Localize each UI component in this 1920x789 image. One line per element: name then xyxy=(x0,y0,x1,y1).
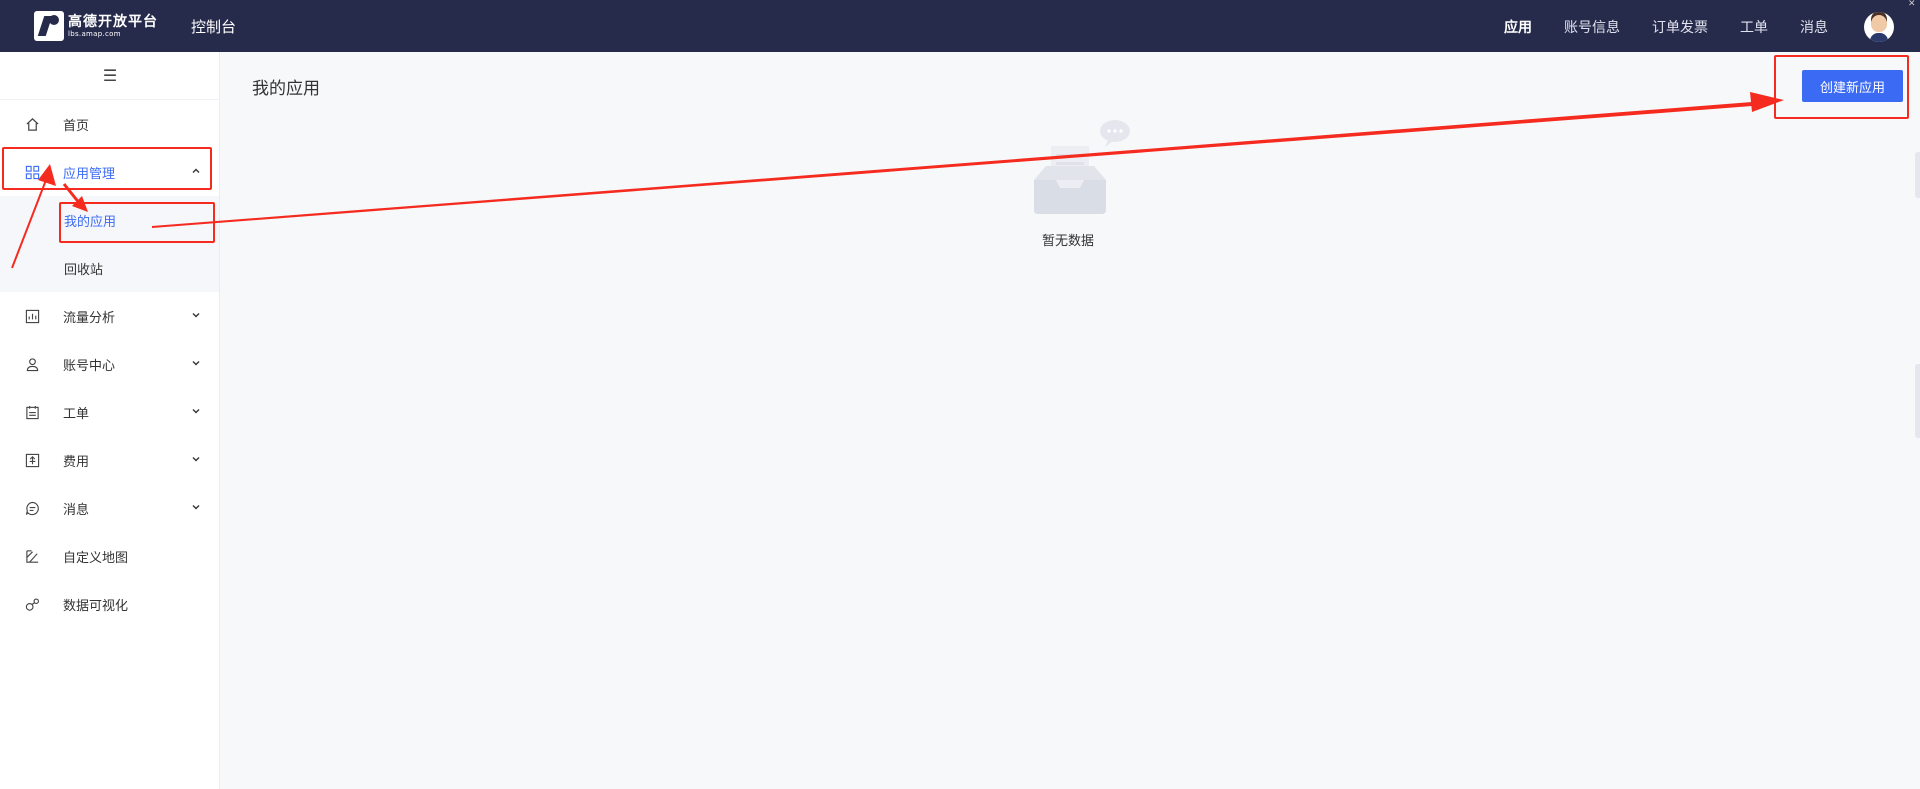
user-avatar[interactable] xyxy=(1864,12,1894,42)
sidebar-item-label: 账号中心 xyxy=(63,358,116,374)
sidebar-item-label: 首页 xyxy=(63,118,90,134)
sidebar-item-label: 自定义地图 xyxy=(63,550,129,566)
home-icon xyxy=(24,116,40,132)
corner-close-icon[interactable]: ✕ xyxy=(1908,0,1920,9)
amap-logo[interactable]: 高德开放平台 lbs.amap.com xyxy=(34,11,158,41)
visualization-icon xyxy=(24,596,40,612)
right-edge-tab[interactable] xyxy=(1915,152,1920,198)
empty-inbox-icon xyxy=(1034,120,1130,214)
sidebar-item-traffic-analysis[interactable]: 流量分析 xyxy=(0,292,220,340)
chevron-down-icon xyxy=(191,501,201,515)
sidebar-item-label: 数据可视化 xyxy=(63,598,129,614)
clipboard-icon xyxy=(24,404,40,420)
top-nav-tickets[interactable]: 工单 xyxy=(1740,17,1768,37)
page-title: 我的应用 xyxy=(252,79,320,99)
sidebar-item-messages[interactable]: 消息 xyxy=(0,484,220,532)
top-nav: 应用 账号信息 订单发票 工单 消息 xyxy=(1472,17,1828,37)
logo-subtitle: lbs.amap.com xyxy=(68,29,121,38)
message-icon xyxy=(24,500,40,516)
sidebar-item-label: 工单 xyxy=(63,406,90,422)
user-icon xyxy=(24,356,40,372)
annotation-box-app-management xyxy=(2,147,212,190)
chevron-down-icon xyxy=(191,309,201,323)
sidebar-item-data-visualization[interactable]: 数据可视化 xyxy=(0,580,220,628)
chevron-down-icon xyxy=(191,357,201,371)
sidebar-item-label: 消息 xyxy=(63,502,90,518)
map-icon xyxy=(24,548,40,564)
sidebar-item-tickets[interactable]: 工单 xyxy=(0,388,220,436)
top-nav-orders-invoices[interactable]: 订单发票 xyxy=(1652,17,1708,37)
logo-title: 高德开放平台 xyxy=(68,13,158,30)
amap-logo-icon xyxy=(34,11,64,41)
top-nav-account-info[interactable]: 账号信息 xyxy=(1564,17,1620,37)
sidebar-item-label: 流量分析 xyxy=(63,310,116,326)
top-nav-apps[interactable]: 应用 xyxy=(1504,17,1532,37)
console-title[interactable]: 控制台 xyxy=(191,16,236,37)
annotation-arrows xyxy=(11,92,1784,269)
sidebar-item-home[interactable]: 首页 xyxy=(0,100,220,148)
annotation-box-create-button xyxy=(1774,55,1909,119)
sidebar-item-custom-map[interactable]: 自定义地图 xyxy=(0,532,220,580)
empty-state-text: 暂无数据 xyxy=(1042,234,1095,249)
billing-icon xyxy=(24,452,40,468)
top-navigation-bar: 高德开放平台 lbs.amap.com 控制台 应用 账号信息 订单发票 工单 … xyxy=(0,0,1920,52)
sidebar-item-label: 费用 xyxy=(63,454,90,470)
hamburger-menu-icon[interactable]: ☰ xyxy=(0,52,220,100)
sidebar-subitem-label: 回收站 xyxy=(64,262,104,278)
right-edge-tab[interactable] xyxy=(1915,364,1920,438)
sidebar-item-billing[interactable]: 费用 xyxy=(0,436,220,484)
chevron-down-icon xyxy=(191,453,201,467)
sidebar-item-account-center[interactable]: 账号中心 xyxy=(0,340,220,388)
sidebar-subitem-recycle-bin[interactable]: 回收站 xyxy=(0,244,219,292)
chart-icon xyxy=(24,308,40,324)
annotation-box-my-apps xyxy=(59,202,215,243)
chevron-down-icon xyxy=(191,405,201,419)
top-nav-messages[interactable]: 消息 xyxy=(1800,17,1828,37)
